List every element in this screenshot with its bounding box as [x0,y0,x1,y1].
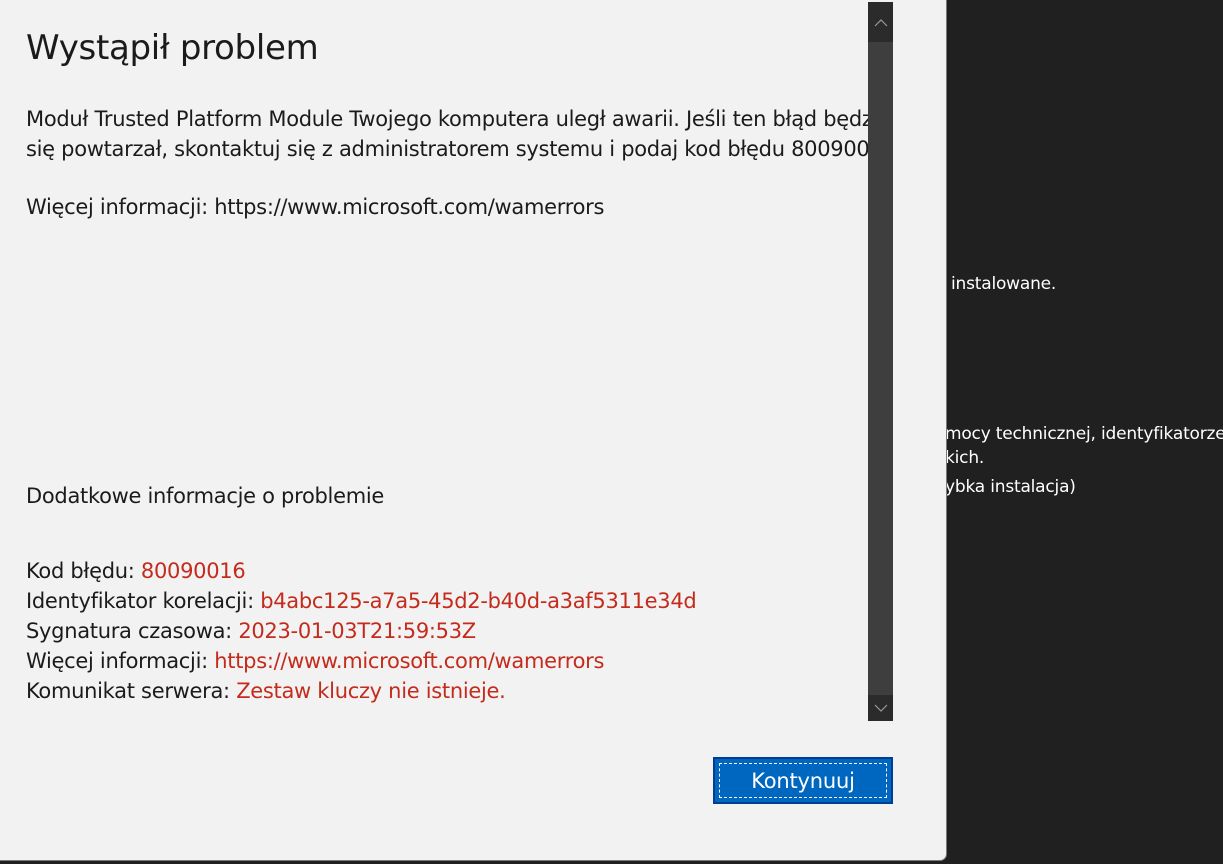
scroll-down-button[interactable] [868,695,893,721]
background-text-line: kich. [945,448,985,468]
detail-value: 2023-01-03T21:59:53Z [238,619,476,643]
detail-label: Identyfikator korelacji: [26,589,261,613]
detail-value: Zestaw kluczy nie istnieje. [236,679,506,703]
detail-label: Komunikat serwera: [26,679,237,703]
detail-label: Sygnatura czasowa: [26,619,239,643]
detail-row-timestamp: Sygnatura czasowa: 2023-01-03T21:59:53Z [26,616,696,646]
detail-label: Kod błędu: [26,559,141,583]
error-details: Kod błędu: 80090016 Identyfikator korela… [26,556,697,706]
error-message-line: się powtarzał, skontaktuj się z administ… [26,137,868,161]
error-message-line: Moduł Trusted Platform Module Twojego ko… [26,107,868,131]
chevron-down-icon [874,704,887,712]
more-info-text: Więcej informacji: https://www.microsoft… [26,195,605,219]
dialog-content: Wystąpił problem Moduł Trusted Platform … [26,0,868,720]
detail-row-server-message: Komunikat serwera: Zestaw kluczy nie ist… [26,676,696,706]
detail-label: Więcej informacji: [26,649,215,673]
scroll-up-button[interactable] [868,2,893,42]
detail-value: b4abc125-a7a5-45d2-b40d-a3af5311e34d [260,589,697,613]
dialog-title: Wystąpił problem [26,28,319,68]
continue-button[interactable]: Kontynuuj [713,757,893,804]
error-message: Moduł Trusted Platform Module Twojego ko… [26,104,868,164]
background-text-line: mocy technicznej, identyfikatorze [945,424,1223,444]
detail-value: 80090016 [140,559,246,583]
background-text-line: instalowane. [951,274,1057,294]
more-info-link[interactable]: https://www.microsoft.com/wamerrors [214,649,604,673]
detail-row-more-info: Więcej informacji: https://www.microsoft… [26,646,696,676]
continue-button-label: Kontynuuj [751,768,855,793]
vertical-scrollbar[interactable] [868,2,893,721]
error-dialog: Wystąpił problem Moduł Trusted Platform … [0,0,947,861]
background-text-line: ybka instalacja) [945,477,1076,497]
detail-row-correlation-id: Identyfikator korelacji: b4abc125-a7a5-4… [26,586,697,616]
detail-row-error-code: Kod błędu: 80090016 [26,556,696,586]
additional-info-heading: Dodatkowe informacje o problemie [26,484,385,508]
chevron-up-icon [874,18,887,26]
